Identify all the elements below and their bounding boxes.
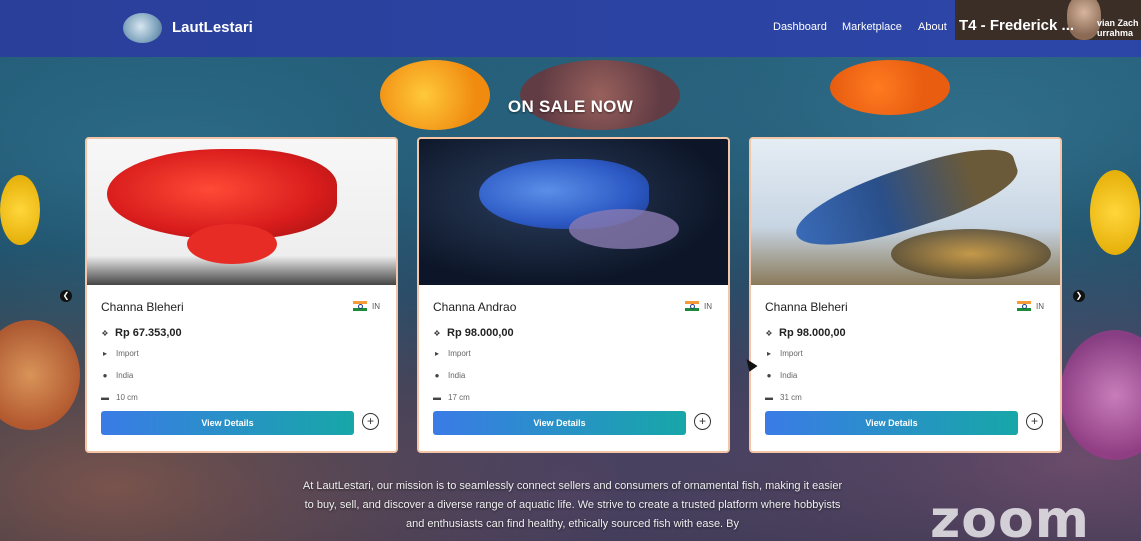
zoom-watermark: zoom	[930, 490, 1090, 541]
participant-name-partial: vian Zach urrahma	[1097, 18, 1139, 38]
fish-price: Rp 67.353,00	[115, 327, 182, 339]
yellow-fish-decoration	[1090, 170, 1140, 255]
coral-decoration	[520, 60, 680, 130]
type-row: ▸ Import	[765, 349, 803, 358]
fish-price: Rp 98.000,00	[779, 327, 846, 339]
fish-size: 10 cm	[116, 393, 138, 402]
fish-type: Import	[448, 349, 471, 358]
price-row: ❖ Rp 98.000,00	[765, 327, 846, 339]
fish-origin: India	[116, 371, 134, 380]
participant-label: T4 - Frederick ...	[959, 17, 1075, 34]
product-card: Channa Bleheri IN ❖ Rp 98.000,00 ▸ Impor…	[749, 137, 1062, 453]
truck-icon: ▸	[434, 349, 439, 358]
yellow-fish-decoration	[0, 175, 40, 245]
nav-dashboard-link[interactable]: Dashboard	[773, 21, 827, 33]
fish-image	[419, 139, 728, 285]
section-title: ON SALE NOW	[507, 97, 634, 116]
plus-icon: +	[1030, 414, 1038, 428]
location-pin-icon: ●	[102, 371, 108, 380]
fish-name: Channa Bleheri	[765, 300, 848, 314]
india-flag-icon	[353, 301, 367, 311]
country-code: IN	[704, 302, 712, 311]
location-pin-icon: ●	[434, 371, 440, 380]
carousel-prev-button[interactable]: ❮	[60, 290, 72, 302]
product-card: Channa Bleheri IN ❖ Rp 67.353,00 ▸ Impor…	[85, 137, 398, 453]
size-row: ▬ 31 cm	[765, 393, 802, 402]
fish-origin: India	[780, 371, 798, 380]
card-body: Channa Andrao IN ❖ Rp 98.000,00 ▸ Import…	[419, 285, 728, 451]
plus-icon: +	[366, 414, 374, 428]
coral-decoration	[1060, 330, 1141, 460]
card-body: Channa Bleheri IN ❖ Rp 98.000,00 ▸ Impor…	[751, 285, 1060, 451]
fish-price: Rp 98.000,00	[447, 327, 514, 339]
add-to-cart-button[interactable]: +	[362, 413, 379, 430]
video-call-tile: T4 - Frederick ... vian Zach urrahma	[955, 0, 1141, 40]
size-row: ▬ 10 cm	[101, 393, 138, 402]
plus-icon: +	[698, 414, 706, 428]
type-row: ▸ Import	[433, 349, 471, 358]
price-tag-icon: ❖	[101, 328, 109, 338]
price-tag-icon: ❖	[433, 328, 441, 338]
chevron-right-icon: ❯	[1075, 291, 1083, 300]
nav-marketplace-link[interactable]: Marketplace	[842, 21, 902, 33]
origin-row: ● India	[101, 371, 134, 380]
country-code: IN	[372, 302, 380, 311]
chevron-left-icon: ❮	[62, 291, 70, 300]
fish-image	[87, 139, 396, 285]
add-to-cart-button[interactable]: +	[694, 413, 711, 430]
ruler-icon: ▬	[433, 393, 441, 402]
product-card: Channa Andrao IN ❖ Rp 98.000,00 ▸ Import…	[417, 137, 730, 453]
fish-image	[751, 139, 1060, 285]
fish-origin: India	[448, 371, 466, 380]
view-details-button[interactable]: View Details	[433, 411, 686, 435]
ruler-icon: ▬	[765, 393, 773, 402]
card-body: Channa Bleheri IN ❖ Rp 67.353,00 ▸ Impor…	[87, 285, 396, 451]
nav-about-link[interactable]: About	[918, 21, 947, 33]
view-details-button[interactable]: View Details	[765, 411, 1018, 435]
fish-name: Channa Bleheri	[101, 300, 184, 314]
location-pin-icon: ●	[766, 371, 772, 380]
price-row: ❖ Rp 98.000,00	[433, 327, 514, 339]
coral-decoration	[0, 320, 80, 430]
origin-row: ● India	[433, 371, 466, 380]
origin-row: ● India	[765, 371, 798, 380]
price-tag-icon: ❖	[765, 328, 773, 338]
carousel-next-button[interactable]: ❯	[1073, 290, 1085, 302]
truck-icon: ▸	[766, 349, 771, 358]
price-row: ❖ Rp 67.353,00	[101, 327, 182, 339]
brand-logo-icon[interactable]	[123, 13, 162, 43]
fish-size: 31 cm	[780, 393, 802, 402]
fish-size: 17 cm	[448, 393, 470, 402]
type-row: ▸ Import	[101, 349, 139, 358]
india-flag-icon	[1017, 301, 1031, 311]
clownfish-decoration	[380, 60, 490, 130]
fish-name: Channa Andrao	[433, 300, 517, 314]
add-to-cart-button[interactable]: +	[1026, 413, 1043, 430]
brand-name[interactable]: LautLestari	[172, 19, 253, 36]
truck-icon: ▸	[102, 349, 107, 358]
fish-type: Import	[780, 349, 803, 358]
fish-type: Import	[116, 349, 139, 358]
india-flag-icon	[685, 301, 699, 311]
size-row: ▬ 17 cm	[433, 393, 470, 402]
view-details-button[interactable]: View Details	[101, 411, 354, 435]
mission-statement: At LautLestari, our mission is to seamle…	[302, 480, 843, 530]
ruler-icon: ▬	[101, 393, 109, 402]
country-code: IN	[1036, 302, 1044, 311]
